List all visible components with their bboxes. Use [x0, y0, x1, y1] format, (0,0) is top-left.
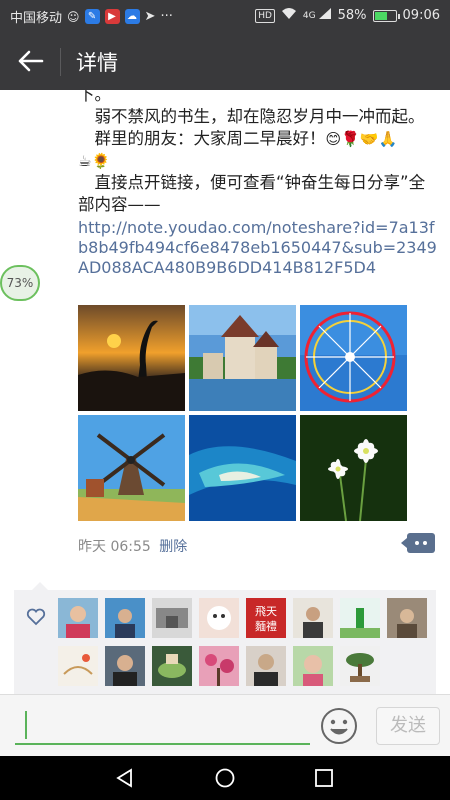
emoji-picker-icon[interactable]: [320, 707, 358, 745]
page-title: 详情: [76, 51, 118, 75]
title-divider: [60, 48, 61, 76]
liker-avatar[interactable]: 飛天 麵禮: [246, 598, 286, 638]
more-notifications-icon: ···: [160, 9, 173, 24]
heart-icon: [26, 608, 46, 626]
smile-emoji-icon: 😊: [325, 130, 342, 148]
network-type: 4G: [302, 10, 316, 21]
liker-avatar[interactable]: [152, 598, 192, 638]
status-bar: 中国移动 ☺ ✎ ▶ ☁ ➤ ··· HD 4G 58% 09:06: [0, 0, 450, 32]
liker-avatar[interactable]: [58, 598, 98, 638]
comment-input[interactable]: [15, 743, 310, 745]
post-line: 群里的朋友：大家周二早晨好！😊🌹🤝🙏: [78, 128, 438, 150]
battery-icon: [372, 9, 400, 22]
title-bar: 详情: [0, 32, 450, 90]
delete-link[interactable]: 删除: [159, 539, 187, 555]
text-caret: [25, 711, 27, 739]
liker-avatar[interactable]: [152, 646, 192, 686]
liker-avatar[interactable]: [199, 646, 239, 686]
system-nav-bar: [0, 756, 450, 800]
post-detail[interactable]: 下。 弱不禁风的书生，却在隐忍岁月中一冲而起。 群里的朋友：大家周二早晨好！😊🌹…: [0, 90, 450, 694]
post-meta: 昨天 06:55 删除: [78, 536, 187, 556]
app-notification-icon: ✎: [84, 9, 100, 24]
coral-island-photo[interactable]: [189, 415, 296, 521]
liker-avatar[interactable]: [340, 598, 380, 638]
likes-panel: 飛天 麵禮: [14, 582, 436, 694]
hd-indicator: HD: [255, 8, 275, 23]
post-line: 下。: [78, 90, 111, 104]
post-line: ☕🌻: [78, 150, 438, 172]
smiley-status-icon: ☺: [67, 9, 80, 24]
send-button[interactable]: 发送: [376, 707, 440, 745]
clock: 09:06: [402, 8, 440, 23]
handshake-emoji-icon: 🤝: [359, 130, 379, 148]
liker-avatar[interactable]: [58, 646, 98, 686]
comment-dot: [423, 541, 427, 545]
comment-input-bar: 发送: [0, 694, 450, 756]
nav-back-icon[interactable]: [114, 767, 136, 789]
ferris-wheel-photo[interactable]: [300, 305, 407, 411]
liker-avatar[interactable]: [105, 646, 145, 686]
liker-avatar[interactable]: [293, 646, 333, 686]
nav-recents-icon[interactable]: [314, 768, 334, 788]
post-line: 直接点开链接，便可查看“钟奋生每日分享”全部内容——: [78, 173, 426, 214]
wifi-icon: [281, 7, 297, 24]
seal-text-bottom: 麵禮: [255, 620, 277, 633]
nav-home-icon[interactable]: [214, 767, 236, 789]
liker-avatar[interactable]: [105, 598, 145, 638]
liker-avatar[interactable]: [199, 598, 239, 638]
rose-emoji-icon: 🌹: [341, 130, 360, 148]
youdao-note-link[interactable]: http://note.youdao.com/noteshare?id=7a13…: [78, 218, 438, 278]
cloud-notification-icon: ☁: [124, 9, 140, 24]
telegram-notification-icon: ➤: [144, 9, 156, 24]
floating-percent-badge[interactable]: 73%: [0, 265, 40, 301]
post-text: 下。 弱不禁风的书生，却在隐忍岁月中一冲而起。 群里的朋友：大家周二早晨好！😊🌹…: [78, 90, 438, 278]
post-timestamp: 昨天 06:55: [78, 539, 151, 555]
castle-lake-photo[interactable]: [189, 305, 296, 411]
carrier-label: 中国移动: [10, 11, 63, 26]
white-flowers-photo[interactable]: [300, 415, 407, 521]
liker-avatar[interactable]: [246, 646, 286, 686]
post-line: 弱不禁风的书生，却在隐忍岁月中一冲而起。: [78, 107, 425, 126]
coffee-emoji-icon: ☕: [78, 152, 92, 170]
comment-like-button[interactable]: [401, 533, 435, 553]
sunset-crane-photo[interactable]: [78, 305, 185, 411]
liker-avatar[interactable]: [387, 598, 427, 638]
back-arrow-icon[interactable]: [14, 46, 48, 76]
sunflower-emoji-icon: 🌻: [91, 152, 111, 170]
pray-emoji-icon: 🙏: [378, 130, 398, 148]
battery-percent: 58%: [337, 8, 367, 23]
video-notification-icon: ▶: [104, 9, 120, 24]
liker-avatar[interactable]: [340, 646, 380, 686]
greeting-text: 群里的朋友：大家周二早晨好！: [78, 129, 326, 148]
windmill-photo[interactable]: [78, 415, 185, 521]
comment-dot: [415, 541, 419, 545]
seal-text-top: 飛天: [255, 605, 277, 618]
signal-icon: [318, 7, 332, 24]
liker-avatar[interactable]: [293, 598, 333, 638]
